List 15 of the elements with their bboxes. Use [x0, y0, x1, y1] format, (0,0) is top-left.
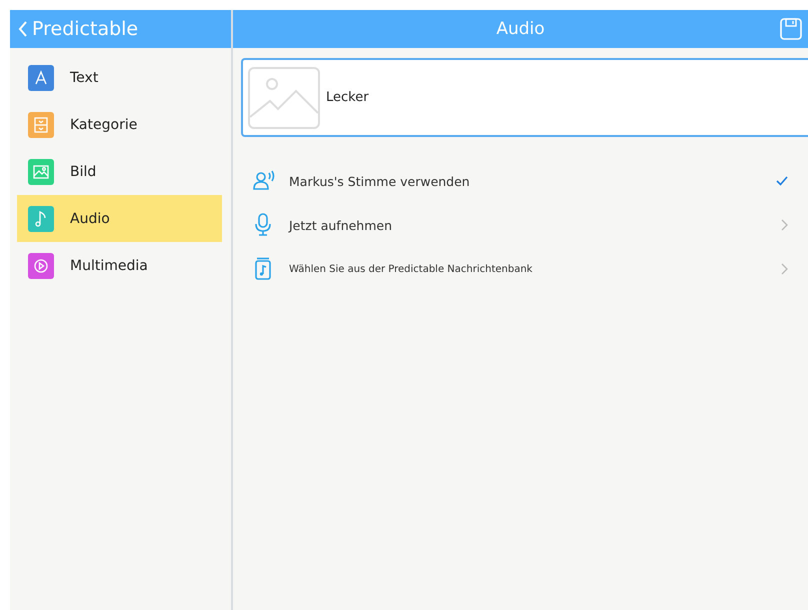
option-row[interactable]: Wählen Sie aus der Predictable Nachrichtenbank	[233, 247, 808, 291]
screen-title: Audio	[496, 19, 545, 39]
sidebar-item[interactable]: Multimedia	[17, 242, 222, 289]
message-card[interactable]: Lecker	[241, 58, 808, 137]
sidebar-item[interactable]: Bild	[17, 148, 222, 195]
chevron-left-icon	[18, 21, 28, 37]
sidebar-item[interactable]: Audio	[17, 195, 222, 242]
option-row[interactable]: Jetzt aufnehmen	[233, 203, 808, 247]
voice-icon	[251, 169, 275, 193]
message-label: Lecker	[326, 90, 369, 105]
option-row[interactable]: Markus's Stimme verwenden	[233, 159, 808, 203]
sidebar-item[interactable]: Text	[17, 54, 222, 101]
image-placeholder-icon	[248, 66, 320, 128]
save-icon[interactable]	[780, 18, 802, 40]
sidebar-item[interactable]: Kategorie	[17, 101, 222, 148]
